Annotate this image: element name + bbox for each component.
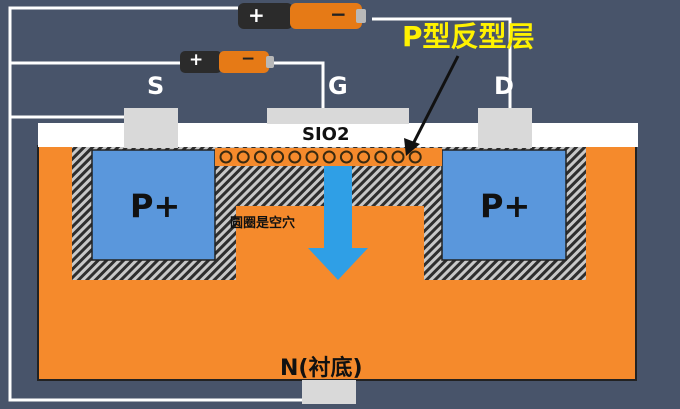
source-label: S bbox=[147, 72, 165, 100]
source-contact bbox=[124, 108, 178, 148]
oxide-label: SIO2 bbox=[302, 124, 350, 145]
source-wire bbox=[8, 63, 124, 119]
substrate-label: N(衬底) bbox=[280, 356, 363, 381]
battery2-minus-label: − bbox=[241, 49, 256, 69]
gate-label: G bbox=[328, 72, 348, 100]
gate-battery-to-gate bbox=[274, 61, 325, 108]
battery1-minus-label: − bbox=[330, 2, 347, 26]
holes-note-label: 圆圈是空穴 bbox=[230, 216, 296, 231]
battery1-plus-label: + bbox=[248, 3, 265, 27]
battery2-plus-label: + bbox=[189, 50, 204, 70]
gate-contact bbox=[267, 108, 409, 124]
p-plus-left-label: P+ bbox=[130, 187, 181, 225]
substrate-contact bbox=[302, 380, 356, 404]
mosfet-diagram: + − + − S G D SIO2 P+ P+ P型反型层 圆圈是空穴 N(衬… bbox=[0, 0, 680, 409]
device-cross-section bbox=[8, 3, 638, 404]
drain-contact bbox=[478, 108, 532, 148]
inversion-layer-label: P型反型层 bbox=[402, 20, 535, 53]
p-plus-right-label: P+ bbox=[480, 187, 531, 225]
drain-label: D bbox=[494, 72, 514, 100]
